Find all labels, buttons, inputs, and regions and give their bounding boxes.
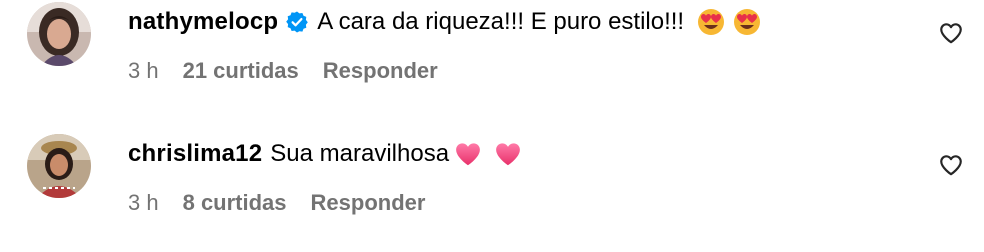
comment-likes-count[interactable]: 8 curtidas [183,190,287,216]
reply-button[interactable]: Responder [311,190,426,216]
comment-likes-count[interactable]: 21 curtidas [183,58,299,84]
heart-eyes-emoji [696,7,726,37]
comment-text: Sua maravilhosa [270,140,450,167]
comment-item: chrislima12 Sua maravilhosa 3 h 8 curtid… [0,132,984,252]
comment-time[interactable]: 3 h [128,190,159,216]
comment-line: chrislima12 Sua maravilhosa [128,136,523,172]
avatar[interactable] [27,134,91,198]
comment-meta: 3 h 21 curtidas Responder [128,56,438,86]
comment-item: nathymelocp A cara da riqueza!!! E puro … [0,0,984,120]
pink-heart-emoji [493,139,523,169]
comment-username[interactable]: chrislima12 [128,136,262,172]
comment-username[interactable]: nathymelocp [128,4,278,40]
comment-time[interactable]: 3 h [128,58,159,84]
comment-text: A cara da riqueza!!! E puro estilo!!! [317,8,685,35]
avatar[interactable] [27,2,91,66]
comment-line: nathymelocp A cara da riqueza!!! E puro … [128,4,762,40]
pink-heart-emoji [453,139,483,169]
heart-eyes-emoji [732,7,762,37]
verified-badge-icon [285,10,309,34]
heart-outline-icon[interactable] [938,152,964,178]
comment-meta: 3 h 8 curtidas Responder [128,188,425,218]
reply-button[interactable]: Responder [323,58,438,84]
heart-outline-icon[interactable] [938,20,964,46]
